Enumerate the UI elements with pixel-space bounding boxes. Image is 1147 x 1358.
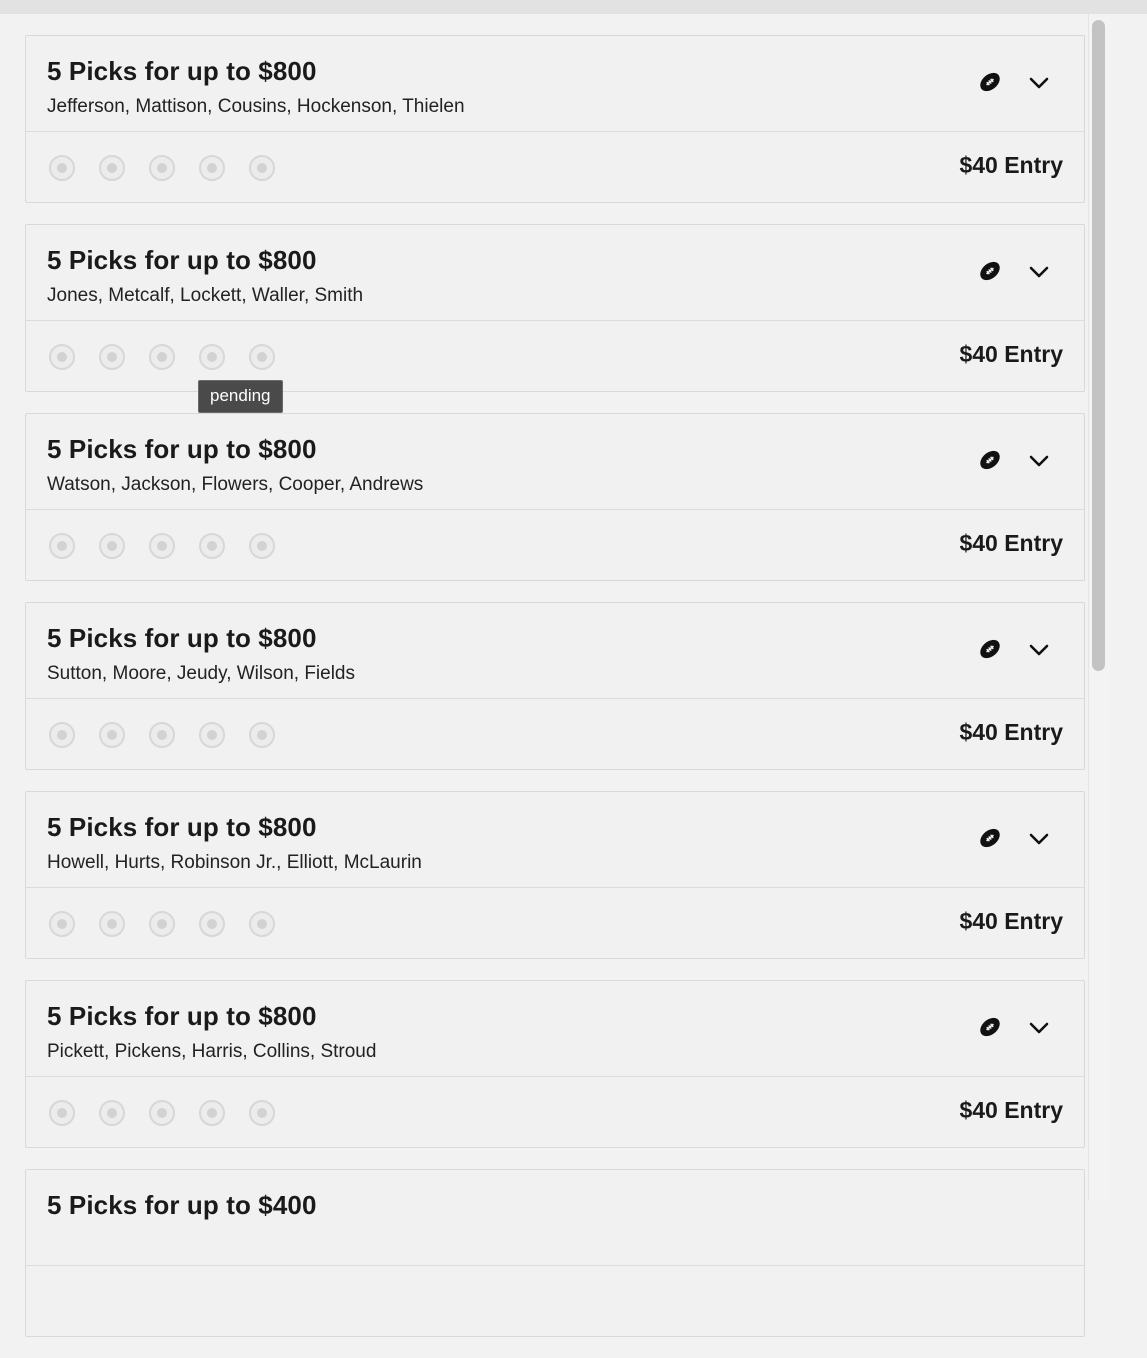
pick-status-icon[interactable] — [199, 533, 225, 559]
card-title: 5 Picks for up to $800 — [47, 812, 317, 842]
entry-card[interactable]: 5 Picks for up to $800 Jones, Metcalf, L… — [25, 224, 1085, 392]
pick-status-icon[interactable] — [149, 533, 175, 559]
football-icon — [980, 828, 1000, 848]
card-players: Jones, Metcalf, Lockett, Waller, Smith — [47, 285, 364, 306]
pick-status-icon[interactable] — [99, 344, 125, 370]
card-title: 5 Picks for up to $400 — [47, 1190, 317, 1220]
card-header: 5 Picks for up to $800 Howell, Hurts, Ro… — [26, 792, 1084, 888]
pick-status-icon[interactable] — [49, 155, 75, 181]
scrollbar-thumb[interactable] — [1092, 20, 1105, 671]
entry-card[interactable]: 5 Picks for up to $800 Howell, Hurts, Ro… — [25, 791, 1085, 959]
pick-status-icon[interactable] — [99, 1100, 125, 1126]
card-players: Sutton, Moore, Jeudy, Wilson, Fields — [47, 663, 355, 684]
pick-status-icon[interactable] — [199, 155, 225, 181]
card-header: 5 Picks for up to $800 Watson, Jackson, … — [26, 414, 1084, 510]
entry-fee: $40 Entry — [959, 719, 1063, 745]
chevron-down-icon[interactable] — [1026, 826, 1052, 852]
card-footer: $40 Entry — [26, 510, 1084, 581]
entry-fee: $40 Entry — [959, 908, 1063, 934]
pick-status-icon[interactable] — [149, 911, 175, 937]
card-title: 5 Picks for up to $800 — [47, 623, 317, 653]
card-footer: $40 Entry — [26, 132, 1084, 203]
card-footer: $40 Entry — [26, 699, 1084, 770]
pick-status-icon[interactable] — [249, 911, 275, 937]
card-players: Jefferson, Mattison, Cousins, Hockenson,… — [47, 96, 465, 117]
card-players: Pickett, Pickens, Harris, Collins, Strou… — [47, 1041, 377, 1062]
pick-status-icon[interactable] — [49, 344, 75, 370]
pick-status-icon[interactable] — [249, 344, 275, 370]
card-header: 5 Picks for up to $800 Sutton, Moore, Je… — [26, 603, 1084, 699]
card-title: 5 Picks for up to $800 — [47, 1001, 317, 1031]
card-header: 5 Picks for up to $800 Jones, Metcalf, L… — [26, 225, 1084, 321]
football-icon — [980, 450, 1000, 470]
pick-status-icon[interactable] — [149, 1100, 175, 1126]
pick-status-icon[interactable] — [249, 722, 275, 748]
football-icon — [980, 72, 1000, 92]
right-gutter — [1110, 14, 1147, 1200]
entry-fee: $40 Entry — [959, 530, 1063, 556]
card-title: 5 Picks for up to $800 — [47, 434, 317, 464]
card-title: 5 Picks for up to $800 — [47, 245, 317, 275]
card-header: 5 Picks for up to $800 Jefferson, Mattis… — [26, 36, 1084, 132]
entry-card[interactable]: 5 Picks for up to $800 Jefferson, Mattis… — [25, 35, 1085, 203]
chevron-down-icon[interactable] — [1026, 448, 1052, 474]
pick-status-icon[interactable] — [99, 155, 125, 181]
pending-tooltip: pending — [198, 380, 283, 413]
pick-status-icon[interactable] — [49, 533, 75, 559]
pick-status-icon[interactable] — [249, 155, 275, 181]
football-icon — [980, 639, 1000, 659]
entry-fee: $40 Entry — [959, 152, 1063, 178]
football-icon — [980, 1017, 1000, 1037]
pick-status-icon[interactable] — [199, 911, 225, 937]
pick-status-icon[interactable] — [99, 533, 125, 559]
entry-fee: $40 Entry — [959, 1097, 1063, 1123]
pick-status-icon[interactable] — [99, 911, 125, 937]
football-icon — [980, 261, 1000, 281]
pick-status-icon[interactable] — [199, 722, 225, 748]
card-footer: $40 Entry — [26, 1077, 1084, 1148]
pick-status-icon[interactable] — [149, 722, 175, 748]
pick-status-icon[interactable] — [199, 344, 225, 370]
card-players: Howell, Hurts, Robinson Jr., Elliott, Mc… — [47, 852, 422, 873]
card-header: 5 Picks for up to $800 Pickett, Pickens,… — [26, 981, 1084, 1077]
pick-status-icon[interactable] — [199, 1100, 225, 1126]
card-players: Watson, Jackson, Flowers, Cooper, Andrew… — [47, 474, 424, 495]
entry-list: 5 Picks for up to $800 Jefferson, Mattis… — [25, 35, 1085, 1358]
chevron-down-icon[interactable] — [1026, 637, 1052, 663]
pick-status-icon[interactable] — [99, 722, 125, 748]
top-bar — [0, 0, 1147, 14]
pick-status-icon[interactable] — [49, 722, 75, 748]
entry-card[interactable]: 5 Picks for up to $800 Sutton, Moore, Je… — [25, 602, 1085, 770]
chevron-down-icon[interactable] — [1026, 70, 1052, 96]
entry-card[interactable]: 5 Picks for up to $400 — [25, 1169, 1085, 1337]
pick-status-icon[interactable] — [249, 533, 275, 559]
card-header: 5 Picks for up to $400 — [26, 1170, 1084, 1266]
pick-status-icon[interactable] — [249, 1100, 275, 1126]
pick-status-icon[interactable] — [49, 1100, 75, 1126]
pick-status-icon[interactable] — [149, 155, 175, 181]
card-footer: $40 Entry — [26, 321, 1084, 392]
entry-fee: $40 Entry — [959, 341, 1063, 367]
entry-card[interactable]: 5 Picks for up to $800 Pickett, Pickens,… — [25, 980, 1085, 1148]
card-title: 5 Picks for up to $800 — [47, 56, 317, 86]
chevron-down-icon[interactable] — [1026, 259, 1052, 285]
pick-status-icon[interactable] — [149, 344, 175, 370]
entry-card[interactable]: 5 Picks for up to $800 Watson, Jackson, … — [25, 413, 1085, 581]
card-footer: $40 Entry — [26, 888, 1084, 959]
pick-status-icon[interactable] — [49, 911, 75, 937]
chevron-down-icon[interactable] — [1026, 1015, 1052, 1041]
